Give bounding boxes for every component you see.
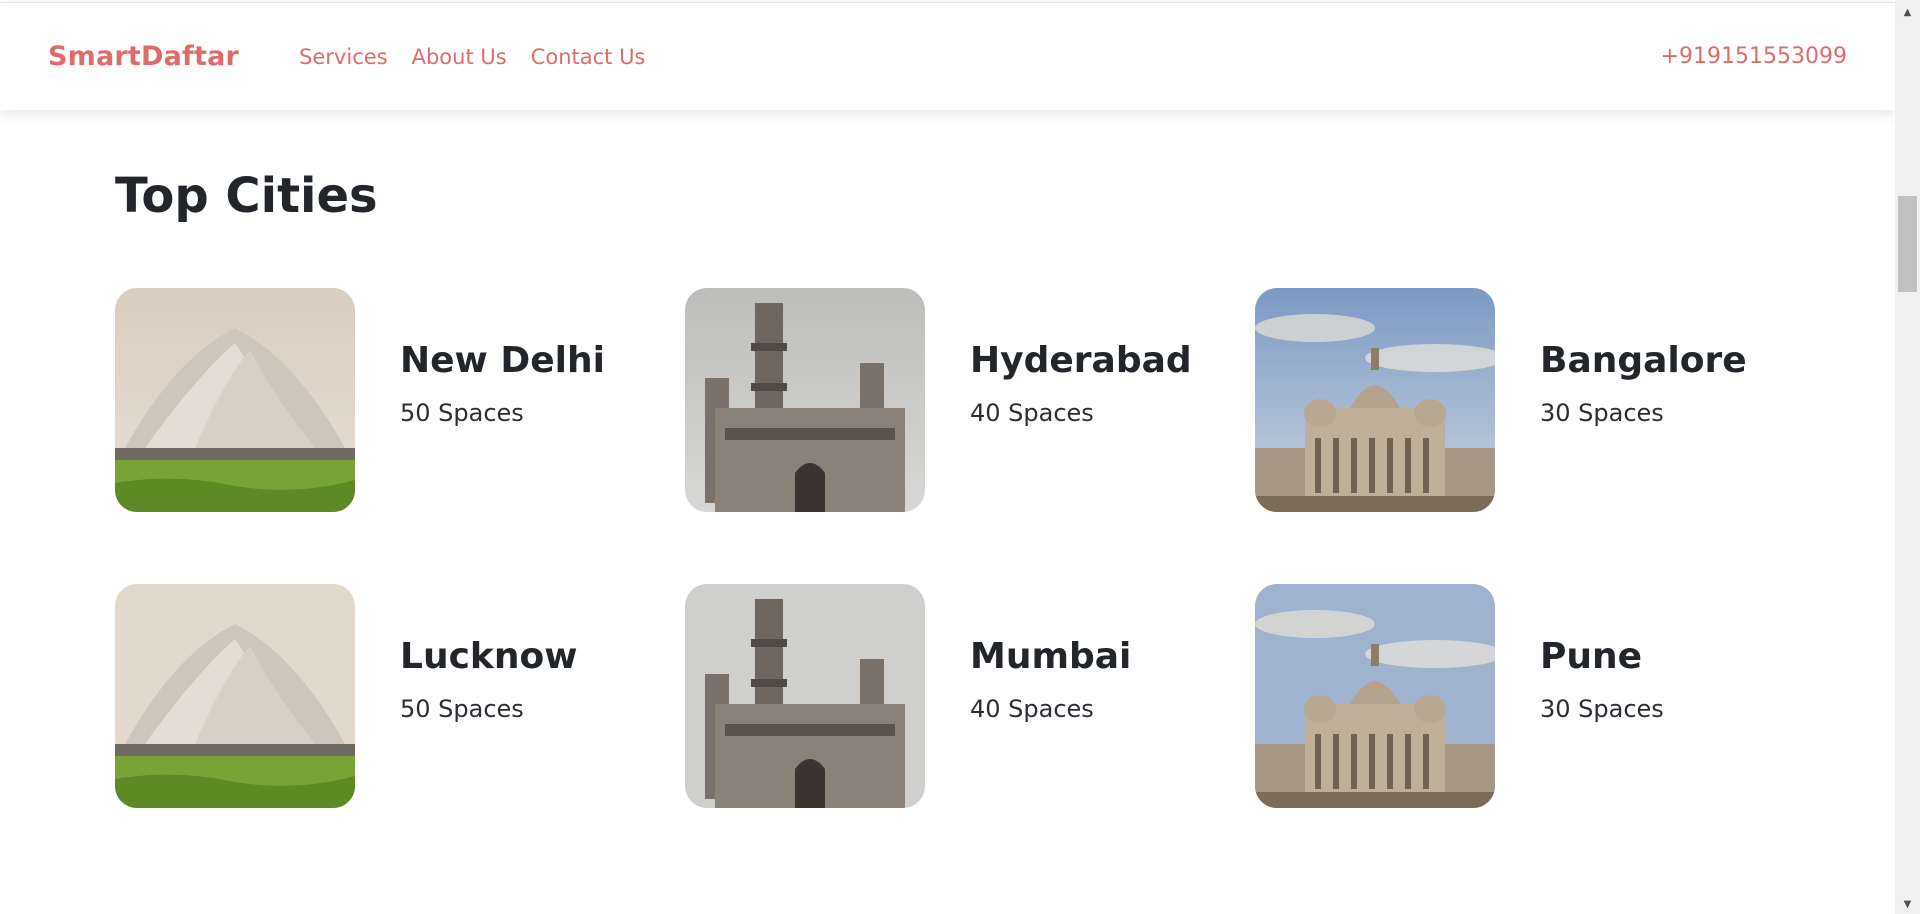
section-title: Top Cities: [115, 168, 378, 224]
nav-link-about-us[interactable]: About Us: [412, 45, 507, 69]
scrollbar-thumb[interactable]: [1898, 196, 1917, 292]
scroll-down-arrow-icon[interactable]: ▼: [1895, 894, 1920, 914]
city-name: New Delhi: [400, 340, 605, 381]
city-spaces: 50 Spaces: [400, 399, 524, 427]
charminar-image: [685, 584, 925, 808]
city-card[interactable]: Bangalore 30 Spaces: [1255, 288, 1825, 512]
city-spaces: 50 Spaces: [400, 695, 524, 723]
city-name: Hyderabad: [970, 340, 1192, 381]
city-card[interactable]: Lucknow 50 Spaces: [115, 584, 685, 808]
city-spaces: 40 Spaces: [970, 399, 1094, 427]
city-info: Lucknow 50 Spaces: [400, 584, 577, 723]
lotus-temple-image: [115, 288, 355, 512]
city-info: Pune 30 Spaces: [1540, 584, 1664, 723]
city-card[interactable]: Mumbai 40 Spaces: [685, 584, 1255, 808]
city-info: Bangalore 30 Spaces: [1540, 288, 1747, 427]
city-info: Hyderabad 40 Spaces: [970, 288, 1192, 427]
charminar-image: [685, 288, 925, 512]
lotus-temple-image: [115, 584, 355, 808]
city-card[interactable]: Hyderabad 40 Spaces: [685, 288, 1255, 512]
city-grid: New Delhi 50 Spaces Hyderabad 40 Spaces …: [115, 288, 1825, 808]
vertical-scrollbar[interactable]: ▲ ▼: [1895, 0, 1920, 914]
city-name: Pune: [1540, 636, 1643, 677]
city-info: Mumbai 40 Spaces: [970, 584, 1131, 723]
city-card[interactable]: Pune 30 Spaces: [1255, 584, 1825, 808]
vidhana-soudha-image: [1255, 584, 1495, 808]
phone-link[interactable]: +919151553099: [1661, 44, 1847, 69]
scroll-up-arrow-icon[interactable]: ▲: [1895, 2, 1920, 22]
city-spaces: 30 Spaces: [1540, 695, 1664, 723]
city-name: Lucknow: [400, 636, 578, 677]
city-spaces: 40 Spaces: [970, 695, 1094, 723]
city-spaces: 30 Spaces: [1540, 399, 1664, 427]
brand-logo[interactable]: SmartDaftar: [48, 41, 239, 72]
city-card[interactable]: New Delhi 50 Spaces: [115, 288, 685, 512]
nav-link-contact-us[interactable]: Contact Us: [531, 45, 646, 69]
city-name: Bangalore: [1540, 340, 1747, 381]
navbar: SmartDaftar Services About Us Contact Us…: [0, 2, 1895, 110]
nav-link-services[interactable]: Services: [299, 45, 388, 69]
city-info: New Delhi 50 Spaces: [400, 288, 605, 427]
vidhana-soudha-image: [1255, 288, 1495, 512]
page: SmartDaftar Services About Us Contact Us…: [0, 0, 1895, 914]
nav-links: Services About Us Contact Us: [299, 45, 645, 69]
city-name: Mumbai: [970, 636, 1132, 677]
